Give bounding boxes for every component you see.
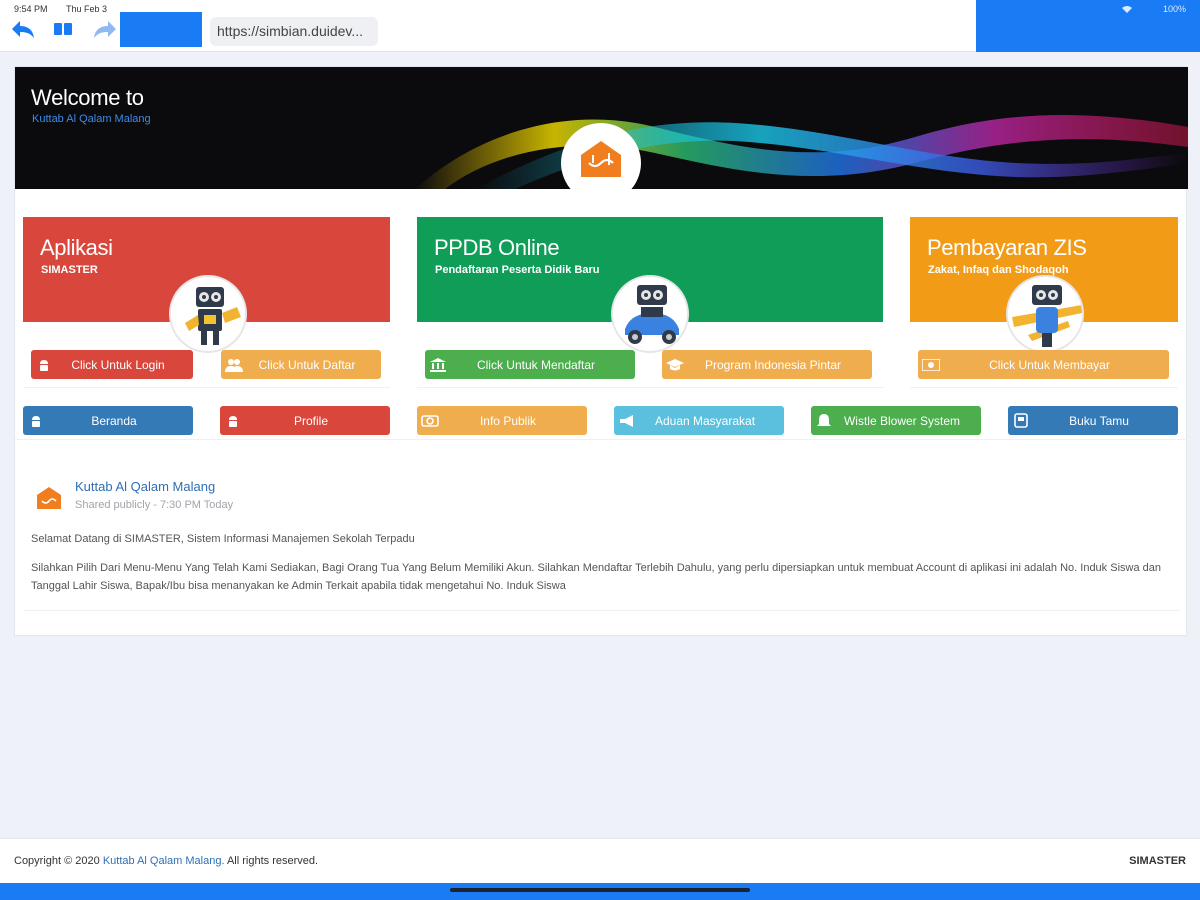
pip-program-button[interactable]: Program Indonesia Pintar [662,350,872,379]
pay-button[interactable]: Click Untuk Membayar [918,350,1169,379]
megaphone-icon [614,406,640,435]
forward-arrow-icon[interactable] [92,18,118,40]
post-author[interactable]: Kuttab Al Qalam Malang [75,479,215,494]
service-aplikasi: Aplikasi SIMASTER [23,217,390,353]
divider [417,387,883,388]
button-label: Click Untuk Mendaftar [476,357,596,372]
post-instructions-text: Silahkan Pilih Dari Menu-Menu Yang Telah… [31,562,1161,592]
android-icon [23,406,49,435]
service-title: Pembayaran ZIS [927,235,1087,260]
divider [910,387,1178,388]
button-label: Aduan Masyarakat [654,413,756,428]
bottom-bar [0,883,1200,900]
status-time: 9:54 PM [14,4,48,14]
profile-button[interactable]: Profile [220,406,390,435]
welcome-title: Welcome to [31,85,144,110]
home-indicator[interactable] [450,888,750,892]
service-title: PPDB Online [434,235,560,260]
copyright-suffix: All rights reserved. [226,855,319,867]
bell-icon [811,406,837,435]
reader-icon[interactable] [52,18,78,40]
welcome-subtitle: Kuttab Al Qalam Malang [32,113,151,125]
welcome-banner: Welcome to Kuttab Al Qalam Malang [15,67,1188,189]
home-button[interactable]: Beranda [23,406,193,435]
button-label: Info Publik [479,413,537,428]
status-area: 100% [976,0,1200,52]
robot-plane-icon [1006,275,1084,353]
users-icon [221,350,247,379]
battery-status: 100% [1162,4,1186,14]
button-label: Click Untuk Membayar [989,357,1110,372]
footer: Copyright © 2020 Kuttab Al Qalam Malang.… [0,838,1200,883]
status-date: Thu Feb 3 [66,4,108,14]
footer-brand: SIMASTER [1129,855,1186,867]
camera-icon [417,406,443,435]
divider [23,610,1180,611]
whistleblower-button[interactable]: Wistle Blower System [811,406,981,435]
complaint-button[interactable]: Aduan Masyarakat [614,406,784,435]
qalam-logo-icon [581,141,621,177]
bank-icon [425,350,451,379]
robot-car-icon [611,275,689,353]
main-content: Welcome to Kuttab Al Qalam Malang Aplika… [14,66,1188,636]
register-button[interactable]: Click Untuk Daftar [221,350,381,379]
enroll-button[interactable]: Click Untuk Mendaftar [425,350,635,379]
button-label: Program Indonesia Pintar [704,357,842,372]
money-icon [918,350,944,379]
button-label: Beranda [91,413,137,428]
service-ppdb: PPDB Online Pendaftaran Peserta Didik Ba… [417,217,883,353]
graduation-cap-icon [662,350,688,379]
android-icon [220,406,246,435]
login-button[interactable]: Click Untuk Login [31,350,193,379]
guestbook-button[interactable]: Buku Tamu [1008,406,1178,435]
back-arrow-icon[interactable] [10,18,36,40]
public-info-button[interactable]: Info Publik [417,406,587,435]
service-zis: Pembayaran ZIS Zakat, Infaq dan Shodaqoh [910,217,1178,353]
copyright: Copyright © 2020 Kuttab Al Qalam Malang.… [14,855,318,867]
copyright-prefix: Copyright © 2020 [14,855,100,867]
button-label: Click Untuk Login [71,357,165,372]
url-field[interactable]: https://simbian.duidev... [210,17,378,46]
post-welcome-text: Selamat Datang di SIMASTER, Sistem Infor… [31,533,415,545]
post-meta: Shared publicly - 7:30 PM Today [75,499,234,511]
divider [15,439,1188,440]
wifi-icon [1122,6,1132,13]
button-label: Click Untuk Daftar [258,357,356,372]
copyright-link[interactable]: Kuttab Al Qalam Malang. [103,855,225,867]
service-subtitle: SIMASTER [41,264,98,276]
tab-highlight[interactable] [120,12,202,47]
button-label: Wistle Blower System [843,413,961,428]
service-subtitle: Pendaftaran Peserta Didik Baru [435,264,600,276]
service-title: Aplikasi [40,235,113,260]
button-label: Profile [293,413,328,428]
button-label: Buku Tamu [1069,413,1129,428]
divider [23,387,390,388]
robot-icon [169,275,247,353]
android-icon [31,350,57,379]
browser-toolbar: 9:54 PM Thu Feb 3 https://simbian.duidev… [0,0,1200,52]
author-avatar [35,483,63,511]
book-icon [1008,406,1034,435]
